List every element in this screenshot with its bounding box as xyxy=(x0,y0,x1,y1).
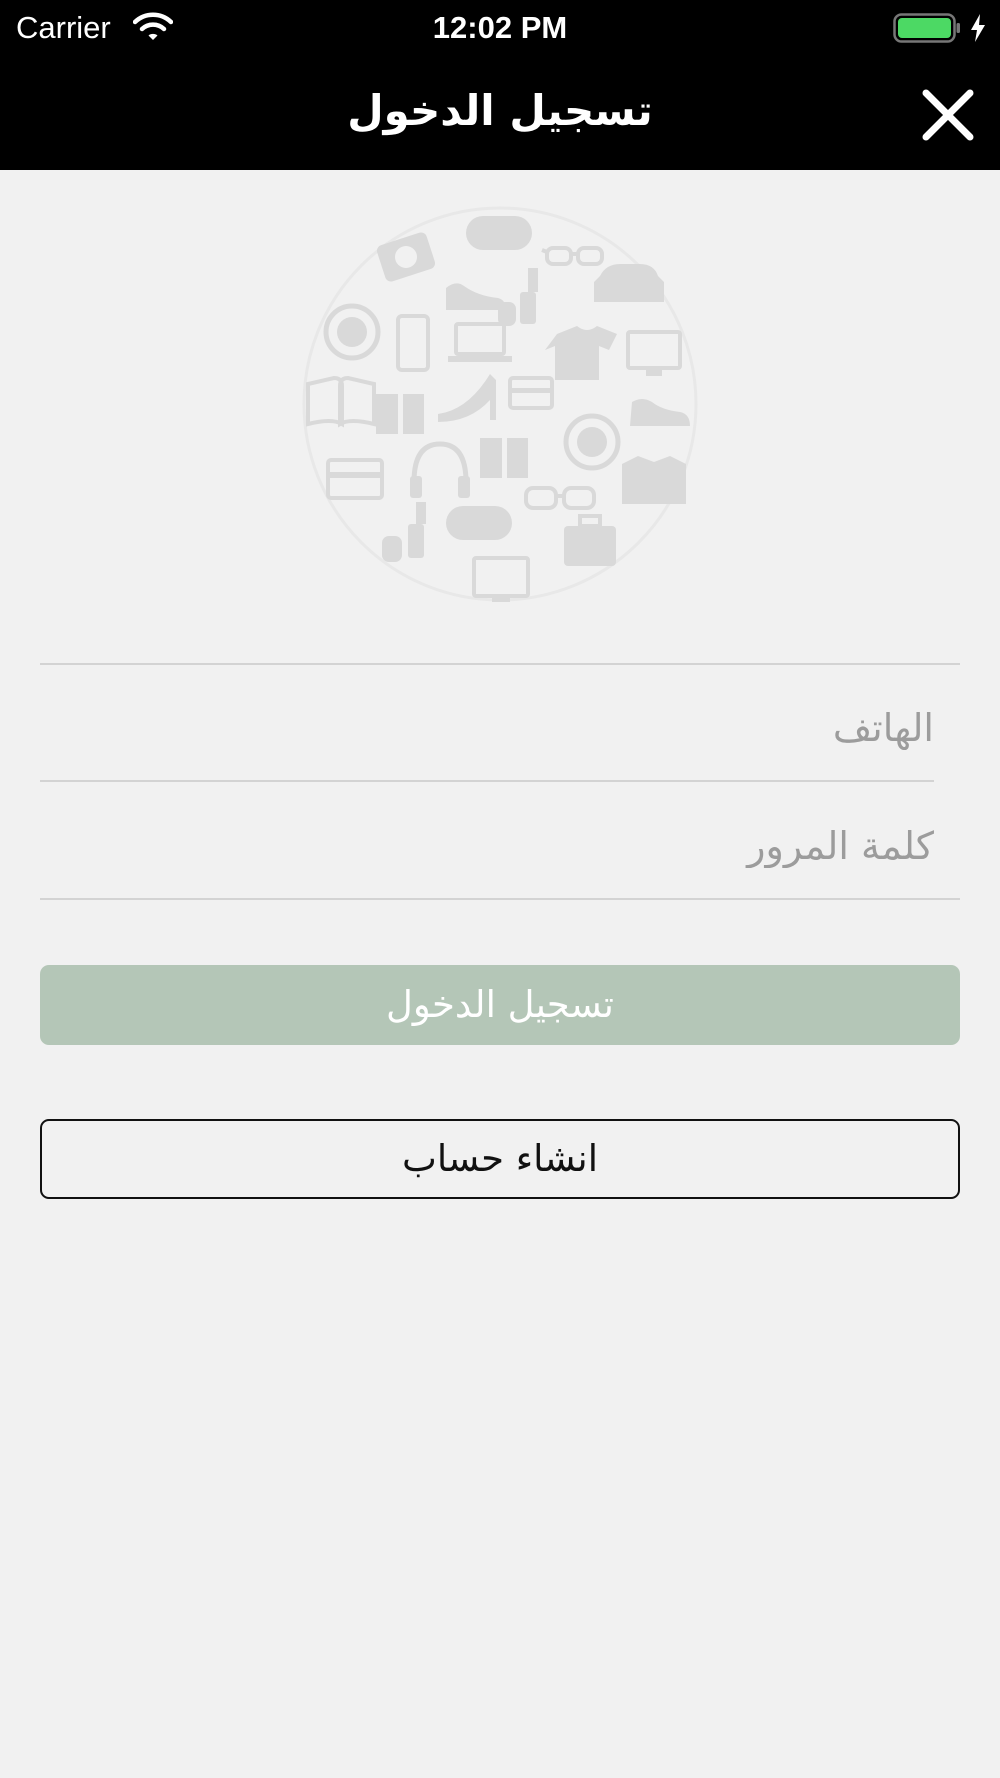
field-divider-bottom xyxy=(40,898,960,900)
login-button[interactable]: تسجيل الدخول xyxy=(40,965,960,1045)
battery-full-icon xyxy=(893,13,960,43)
page-title: تسجيل الدخول xyxy=(347,86,653,135)
top-bar: Carrier 12:02 PM تسجيل الدخول xyxy=(0,0,1000,170)
field-divider-top xyxy=(40,663,960,665)
close-icon[interactable] xyxy=(918,85,978,145)
password-field[interactable] xyxy=(40,818,934,874)
field-divider-middle xyxy=(40,780,934,782)
charging-bolt-icon xyxy=(971,14,985,42)
status-time: 12:02 PM xyxy=(432,10,568,45)
create-account-button[interactable]: انشاء حساب xyxy=(40,1119,960,1199)
phone-field[interactable] xyxy=(40,700,934,756)
shopping-categories-circle-icon xyxy=(302,206,698,602)
